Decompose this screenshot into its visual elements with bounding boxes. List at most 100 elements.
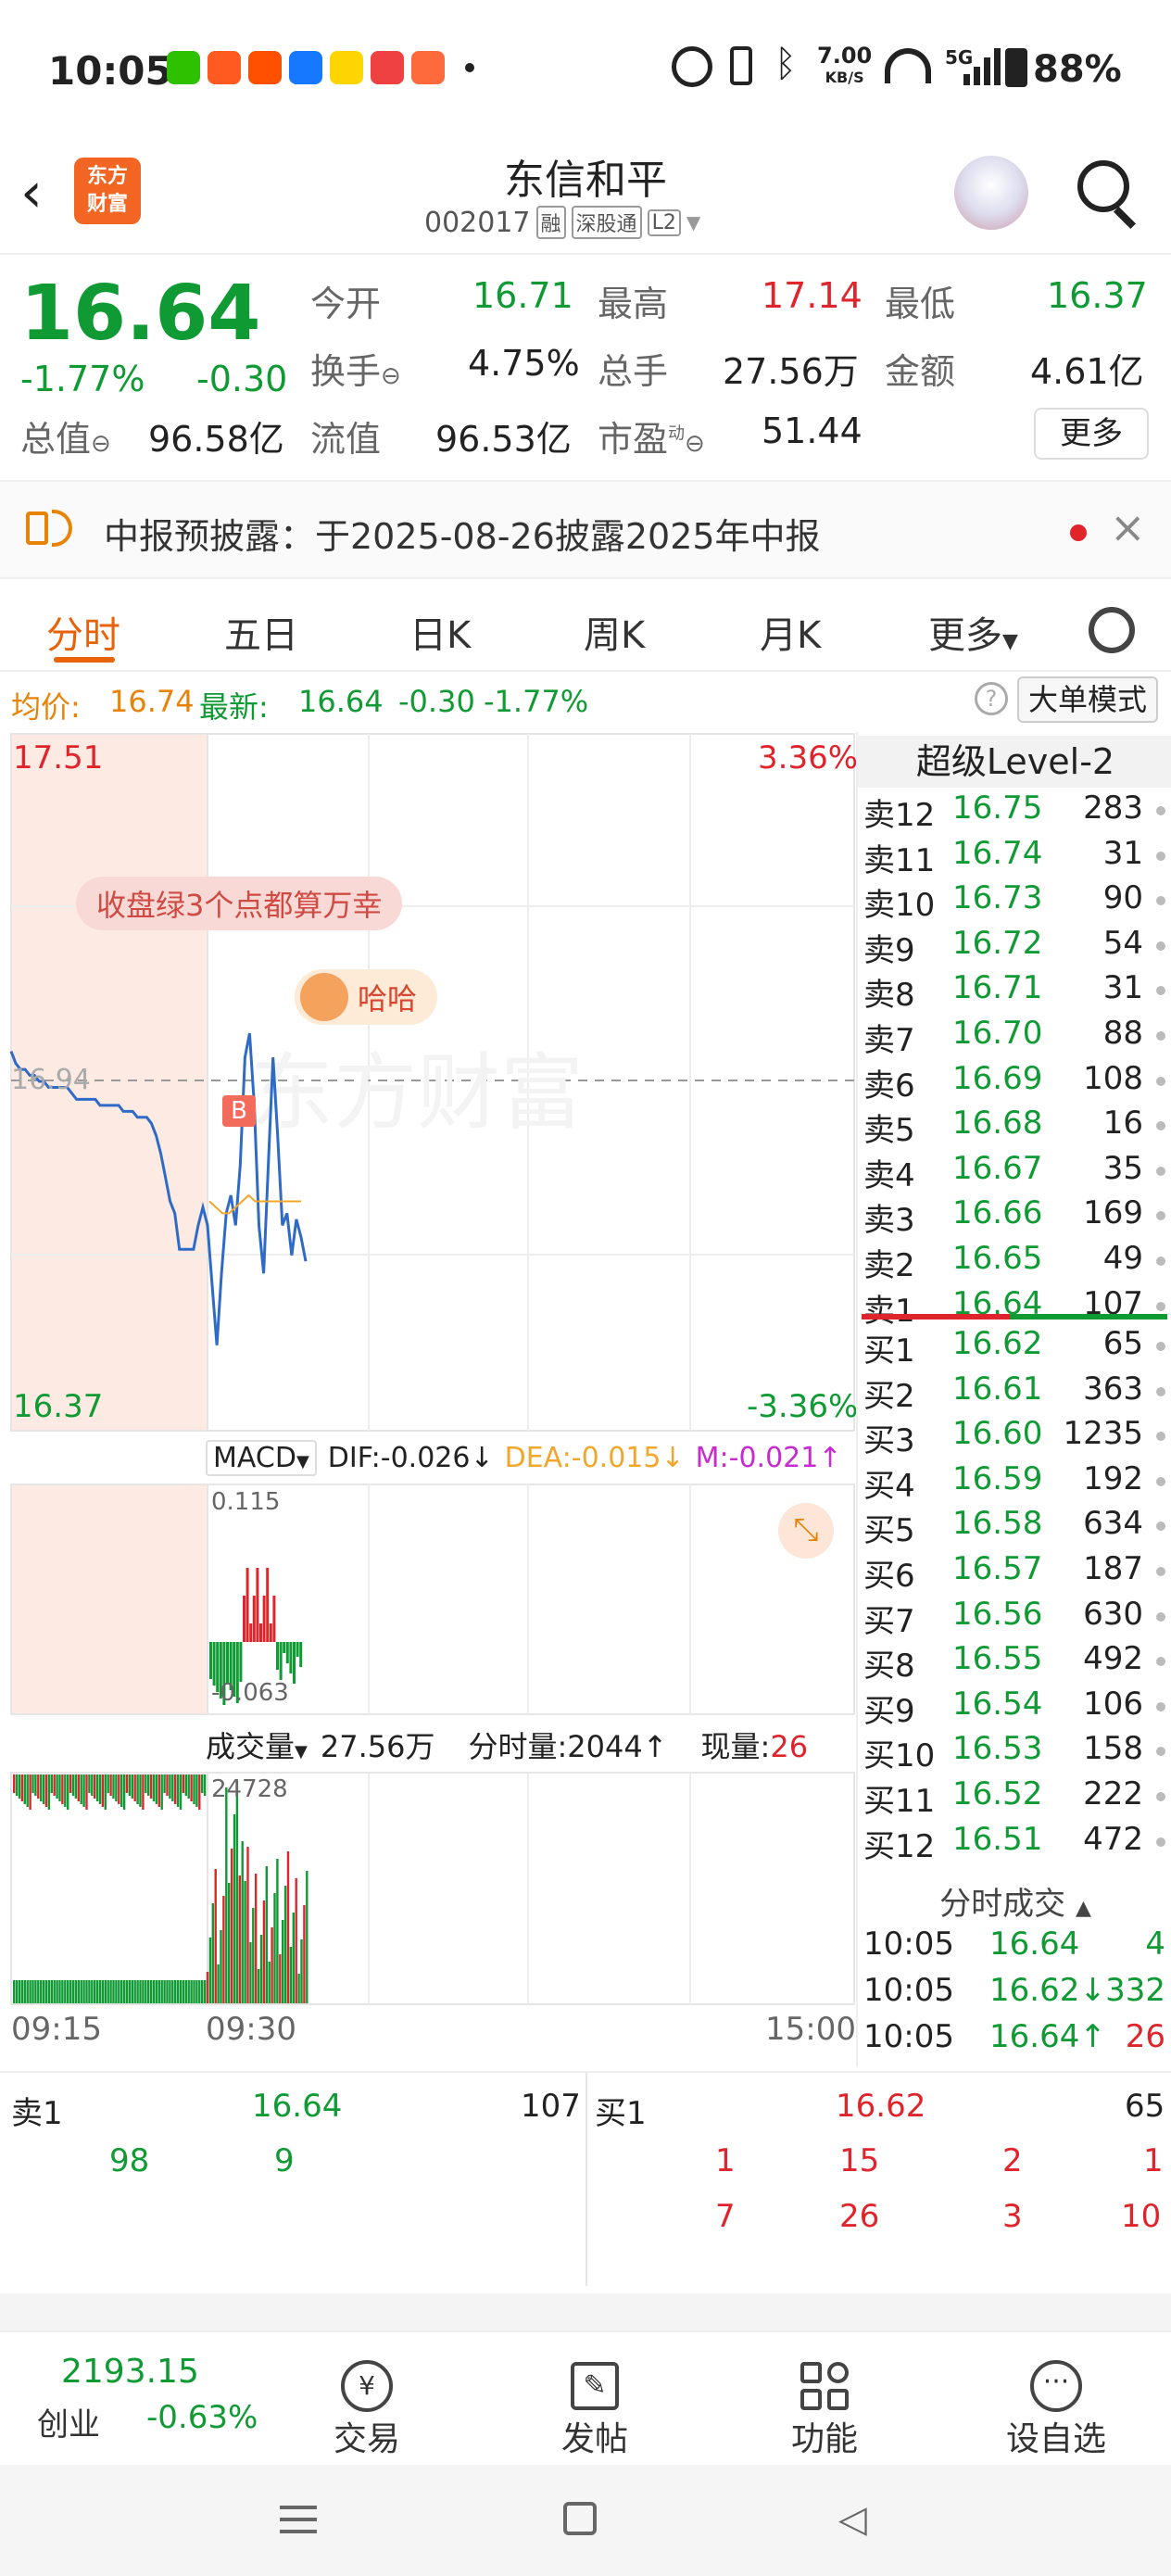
volume-bar (198, 1980, 201, 2003)
home-icon[interactable] (563, 2502, 597, 2535)
back-nav-icon[interactable]: ◁ (838, 2498, 867, 2541)
level2-title[interactable]: 超级Level-2 (858, 736, 1171, 788)
level-price: 16.53 (952, 1730, 1043, 1768)
app-icon (208, 51, 241, 84)
volume-bar (80, 1980, 82, 2003)
volume-bar (201, 1980, 204, 2003)
bid-row[interactable]: 买9 16.54 106 (863, 1686, 1169, 1730)
level-price: 16.56 (952, 1595, 1043, 1633)
tab-monthly-k[interactable]: 月K (760, 605, 821, 659)
volume-bar (276, 1859, 279, 2003)
volume-bar (104, 1980, 107, 2003)
macd-header: MACD▼ DIF:-0.026↓ DEA:-0.015↓ M:-0.021↑ (206, 1434, 841, 1481)
big-order-mode-button[interactable]: 大单模式 (1017, 676, 1158, 723)
stock-code-row[interactable]: 002017 融 深股通 L2 ▼ (424, 206, 700, 239)
ticks-title[interactable]: 分时成交 ▲ (858, 1878, 1171, 1924)
tick-volume: 332 (1105, 1972, 1165, 2009)
tab-more[interactable]: 更多▼ (928, 605, 1018, 659)
index-name[interactable]: 创业 (37, 2399, 100, 2444)
info-icon: ⊖ (91, 430, 111, 458)
ask-row[interactable]: 卖11 16.74 31 (863, 835, 1169, 879)
macd-bar (209, 1642, 212, 1679)
volume-bar (128, 1980, 132, 2003)
volume-bar (80, 1774, 82, 1804)
tab-five-day[interactable]: 五日 (224, 605, 298, 659)
volume-bar (13, 1774, 16, 1793)
ask-row[interactable]: 卖12 16.75 283 (863, 789, 1169, 834)
indicator-dot (1156, 1657, 1165, 1667)
notice-bar[interactable]: 中报预披露：于2025-08-26披露2025年中报 × (0, 482, 1171, 579)
ask-row[interactable]: 卖7 16.70 88 (863, 1015, 1169, 1059)
buy-marker[interactable]: B (222, 1095, 256, 1127)
axis-bottom-pct: -3.36% (747, 1388, 859, 1425)
indicator-dot (1156, 1522, 1165, 1532)
tab-daily-k[interactable]: 日K (409, 605, 471, 659)
bid-row[interactable]: 买6 16.57 187 (863, 1550, 1169, 1595)
comment-bubble-2[interactable]: 哈哈 (295, 969, 438, 1025)
tab-intraday[interactable]: 分时 (46, 605, 120, 659)
ask-row[interactable]: 卖3 16.66 169 (863, 1194, 1169, 1239)
stock-code: 002017 (424, 206, 531, 239)
bid-row[interactable]: 买4 16.59 192 (863, 1460, 1169, 1505)
bid-row[interactable]: 买11 16.52 222 (863, 1775, 1169, 1820)
bid-row[interactable]: 买12 16.51 472 (863, 1821, 1169, 1865)
ask-row[interactable]: 卖8 16.71 31 (863, 969, 1169, 1014)
current-price: 16.64 (20, 270, 261, 358)
expand-icon[interactable]: ⤡ (778, 1503, 834, 1559)
macd-dif: DIF:-0.026↓ (327, 1441, 494, 1474)
index-value[interactable]: 2193.15 (61, 2353, 199, 2391)
bid-row[interactable]: 买2 16.61 363 (863, 1370, 1169, 1415)
volume-bar (131, 1774, 133, 1799)
index-pct[interactable]: -0.63% (146, 2399, 258, 2436)
buy-queue-item: 1 (1143, 2142, 1164, 2179)
nav-watchlist[interactable]: ··· 设自选 (991, 2360, 1121, 2460)
order-queue-panel: 卖1 16.64 107 买1 16.62 65 98 9 1 15 2 1 7… (0, 2071, 1171, 2293)
indicator-dot (1156, 1211, 1165, 1221)
search-icon[interactable] (1077, 160, 1129, 212)
bid-row[interactable]: 买8 16.55 492 (863, 1640, 1169, 1685)
ask-row[interactable]: 卖5 16.68 16 (863, 1105, 1169, 1149)
chart-tabs: 分时 五日 日K 周K 月K 更多▼ (0, 579, 1171, 672)
ask-row[interactable]: 卖4 16.67 35 (863, 1150, 1169, 1194)
macd-bar (272, 1596, 276, 1642)
ask-row[interactable]: 卖1 16.64 107 (863, 1285, 1169, 1330)
nav-trade[interactable]: ¥ 交易 (302, 2360, 432, 2460)
bid-row[interactable]: 买5 16.58 634 (863, 1505, 1169, 1549)
bid-row[interactable]: 买7 16.56 630 (863, 1596, 1169, 1640)
ask-row[interactable]: 卖10 16.73 90 (863, 879, 1169, 924)
volume-selector[interactable]: 成交量▼ (206, 1724, 308, 1766)
level-label: 买10 (863, 1737, 936, 1775)
comment-bubble[interactable]: 收盘绿3个点都算万幸 (76, 877, 403, 930)
volume-bar (47, 1774, 51, 1810)
ask-row[interactable]: 卖6 16.69 108 (863, 1060, 1169, 1105)
robot-assistant-icon[interactable] (954, 156, 1028, 230)
level-price: 16.71 (952, 969, 1043, 1007)
nav-post[interactable]: ✎ 发帖 (530, 2360, 660, 2460)
help-icon[interactable]: ? (975, 682, 1008, 715)
gear-icon[interactable] (1089, 607, 1135, 653)
current-volume-label: 现量: (700, 1729, 771, 1764)
ask-row[interactable]: 卖2 16.65 49 (863, 1240, 1169, 1284)
queue-buy1-vol: 65 (1125, 2088, 1165, 2125)
volume-bar (187, 1774, 190, 1799)
nav-functions[interactable]: 功能 (760, 2360, 889, 2460)
macd-selector[interactable]: MACD▼ (206, 1439, 317, 1476)
tick-row: 10:05 16.64 4 (863, 1926, 1169, 1970)
volume-bar (107, 1774, 109, 1793)
close-icon[interactable]: × (1110, 502, 1146, 552)
level-volume: 31 (1102, 834, 1143, 872)
level-label: 卖8 (863, 977, 915, 1015)
level-price: 16.52 (952, 1775, 1043, 1812)
ask-row[interactable]: 卖9 16.72 54 (863, 925, 1169, 969)
level-label: 卖4 (863, 1156, 915, 1194)
tab-weekly-k[interactable]: 周K (584, 605, 645, 659)
level-volume: 492 (1083, 1640, 1143, 1678)
vibrate-icon (730, 46, 752, 85)
macd-bar (283, 1642, 286, 1653)
macd-bar (289, 1642, 293, 1673)
more-button[interactable]: 更多 (1034, 408, 1149, 460)
bid-row[interactable]: 买10 16.53 158 (863, 1730, 1169, 1774)
intraday-chart[interactable]: 东方财富 17.51 3.36% 16.37 -3.36% 16.94 收盘绿3… (0, 732, 859, 2066)
bid-row[interactable]: 买1 16.62 65 (863, 1325, 1169, 1370)
bid-row[interactable]: 买3 16.60 1235 (863, 1415, 1169, 1459)
